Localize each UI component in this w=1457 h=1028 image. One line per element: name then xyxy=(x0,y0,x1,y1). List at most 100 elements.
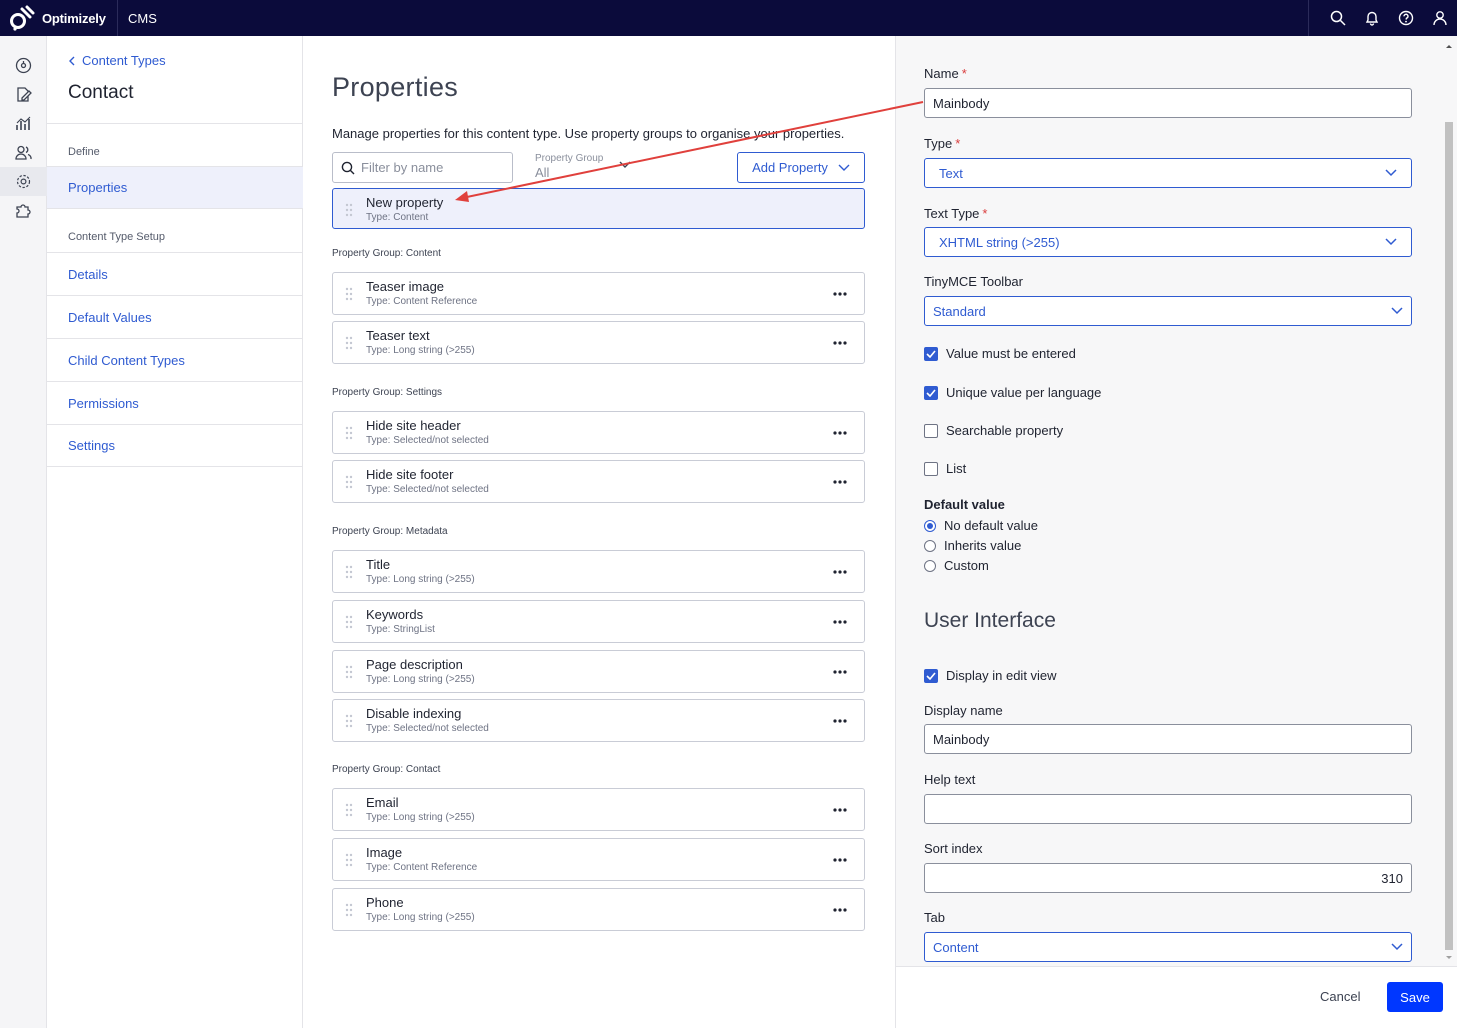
property-card[interactable]: Hide site footer Type: Selected/not sele… xyxy=(332,460,865,503)
radio-unselected-icon xyxy=(924,539,936,552)
help-text-field[interactable] xyxy=(924,794,1412,824)
property-card[interactable]: Keywords Type: StringList xyxy=(332,600,865,643)
drag-handle-icon[interactable] xyxy=(345,475,353,489)
drag-handle-icon[interactable] xyxy=(345,426,353,440)
property-group-value: All xyxy=(535,165,550,180)
drag-handle-icon[interactable] xyxy=(345,287,353,301)
property-group-filter[interactable]: Property Group All xyxy=(535,153,631,180)
chevron-down-icon xyxy=(1385,238,1397,246)
scrollbar-thumb[interactable] xyxy=(1445,122,1453,950)
user-icon[interactable] xyxy=(1423,0,1457,36)
property-type: Type: Selected/not selected xyxy=(366,435,489,446)
property-type: Type: Long string (>255) xyxy=(366,912,475,923)
radio-label: No default value xyxy=(944,518,1038,533)
define-section: Define Properties xyxy=(47,123,303,209)
radio-unselected-icon xyxy=(924,559,936,572)
drag-handle-icon[interactable] xyxy=(345,803,353,817)
checkbox-label: Display in edit view xyxy=(946,668,1057,683)
app-name[interactable]: CMS xyxy=(128,11,157,26)
drag-handle-icon[interactable] xyxy=(345,714,353,728)
more-options-icon[interactable] xyxy=(832,564,848,580)
help-icon[interactable] xyxy=(1389,0,1423,36)
checkbox-checked-icon xyxy=(924,668,938,683)
scroll-down-icon[interactable] xyxy=(1442,954,1456,962)
settings-icon[interactable] xyxy=(0,167,47,196)
drag-handle-icon[interactable] xyxy=(345,565,353,579)
page-title: Properties xyxy=(332,72,459,102)
property-card[interactable]: Email Type: Long string (>255) xyxy=(332,788,865,831)
property-group-label: Property Group xyxy=(535,153,604,164)
more-options-icon[interactable] xyxy=(832,664,848,680)
new-property-card[interactable]: New property Type: Content xyxy=(332,188,865,229)
nav-item-details[interactable]: Details xyxy=(47,252,303,295)
drag-handle-icon[interactable] xyxy=(345,336,353,350)
more-options-icon[interactable] xyxy=(832,474,848,490)
save-button[interactable]: Save xyxy=(1387,982,1443,1012)
property-card[interactable]: Page description Type: Long string (>255… xyxy=(332,650,865,693)
property-card[interactable]: Teaser image Type: Content Reference xyxy=(332,272,865,315)
drag-handle-icon[interactable] xyxy=(345,615,353,629)
tab-select[interactable]: Content xyxy=(924,932,1412,962)
drag-handle-icon[interactable] xyxy=(345,665,353,679)
name-field[interactable]: Mainbody xyxy=(924,88,1412,118)
type-select[interactable]: Text xyxy=(924,158,1412,188)
drag-handle-icon[interactable] xyxy=(345,853,353,867)
chevron-left-icon xyxy=(69,56,75,65)
nav-item-permissions[interactable]: Permissions xyxy=(47,381,303,424)
drag-handle-icon[interactable] xyxy=(345,203,353,217)
radio-no-default-value[interactable]: No default value xyxy=(924,518,1038,533)
checkbox-checked-icon xyxy=(924,385,938,400)
bell-icon[interactable] xyxy=(1355,0,1389,36)
more-options-icon[interactable] xyxy=(832,614,848,630)
filter-input[interactable] xyxy=(361,160,501,175)
edit-icon[interactable] xyxy=(0,80,47,109)
scroll-up-icon[interactable] xyxy=(1442,42,1456,50)
tinymce-toolbar-select[interactable]: Standard xyxy=(924,296,1412,326)
property-card[interactable]: Teaser text Type: Long string (>255) xyxy=(332,321,865,364)
more-options-icon[interactable] xyxy=(832,286,848,302)
more-options-icon[interactable] xyxy=(832,335,848,351)
sort-index-field[interactable]: 310 xyxy=(924,863,1412,893)
add-property-label: Add Property xyxy=(752,160,828,175)
nav-item-properties[interactable]: Properties xyxy=(47,166,303,209)
more-options-icon[interactable] xyxy=(832,902,848,918)
more-options-icon[interactable] xyxy=(832,852,848,868)
nav-item-child-content-types[interactable]: Child Content Types xyxy=(47,338,303,381)
radio-custom[interactable]: Custom xyxy=(924,558,989,573)
setup-section: Content Type Setup Details Default Value… xyxy=(47,231,303,467)
cancel-button[interactable]: Cancel xyxy=(1320,989,1360,1004)
property-card[interactable]: Disable indexing Type: Selected/not sele… xyxy=(332,699,865,742)
visitor-groups-icon[interactable] xyxy=(0,138,47,167)
drag-handle-icon[interactable] xyxy=(345,903,353,917)
list-checkbox[interactable]: List xyxy=(924,461,966,476)
search-icon[interactable] xyxy=(1321,0,1355,36)
property-name: Hide site footer xyxy=(366,467,454,482)
property-card[interactable]: Hide site header Type: Selected/not sele… xyxy=(332,411,865,454)
addons-icon[interactable] xyxy=(0,196,47,225)
unique-value-per-language-checkbox[interactable]: Unique value per language xyxy=(924,385,1101,400)
value-must-be-entered-checkbox[interactable]: Value must be entered xyxy=(924,346,1076,361)
more-options-icon[interactable] xyxy=(832,713,848,729)
more-options-icon[interactable] xyxy=(832,425,848,441)
display-in-edit-view-checkbox[interactable]: Display in edit view xyxy=(924,668,1057,683)
radio-inherits-value[interactable]: Inherits value xyxy=(924,538,1021,553)
brand-logo[interactable]: Optimizely xyxy=(0,0,118,36)
display-name-field[interactable]: Mainbody xyxy=(924,724,1412,754)
filter-by-name-field[interactable] xyxy=(332,152,513,183)
back-to-content-types-link[interactable]: Content Types xyxy=(68,53,166,68)
searchable-property-checkbox[interactable]: Searchable property xyxy=(924,423,1063,438)
brand-name: Optimizely xyxy=(42,10,106,26)
property-card[interactable]: Phone Type: Long string (>255) xyxy=(332,888,865,931)
type-label: Type * xyxy=(924,136,961,151)
nav-item-default-values[interactable]: Default Values xyxy=(47,295,303,338)
panel-scrollbar[interactable] xyxy=(1442,40,1456,962)
add-property-button[interactable]: Add Property xyxy=(737,152,865,183)
nav-item-settings[interactable]: Settings xyxy=(47,424,303,467)
analytics-icon[interactable] xyxy=(0,109,47,138)
property-card[interactable]: Title Type: Long string (>255) xyxy=(332,550,865,593)
more-options-icon[interactable] xyxy=(832,802,848,818)
nav-item-label: Properties xyxy=(68,180,128,195)
dashboard-icon[interactable] xyxy=(0,51,47,80)
text-type-select[interactable]: XHTML string (>255) xyxy=(924,227,1412,257)
property-card[interactable]: Image Type: Content Reference xyxy=(332,838,865,881)
